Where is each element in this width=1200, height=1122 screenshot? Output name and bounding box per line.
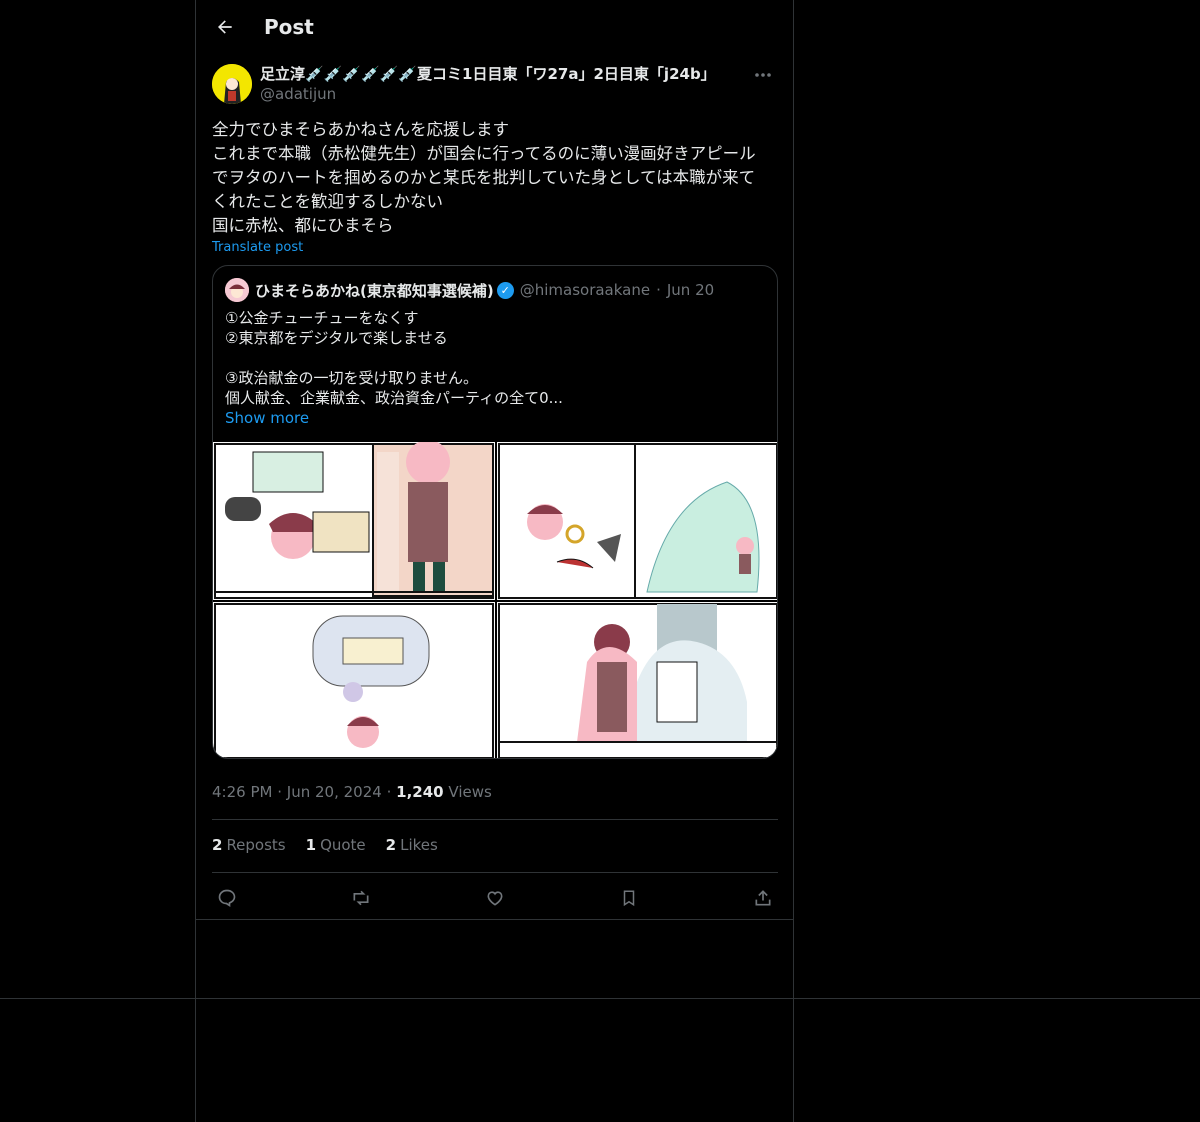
likes-stat[interactable]: 2 Likes — [386, 836, 438, 854]
separator-dot: · — [656, 281, 661, 299]
more-dots-icon — [755, 73, 771, 77]
like-button[interactable] — [480, 883, 510, 913]
likes-label: Likes — [400, 836, 438, 854]
tweet: 足立淳💉💉💉💉💉💉夏コミ1日目東「ワ27a」2日目東「j24b」 @adatij… — [212, 64, 778, 759]
separator-dot: · — [277, 783, 283, 801]
post-date[interactable]: Jun 20, 2024 — [287, 783, 382, 801]
back-arrow-icon — [218, 20, 232, 34]
quotes-count: 1 — [305, 836, 317, 854]
manga-page-illustration — [498, 603, 777, 758]
translate-post-link[interactable]: Translate post — [212, 240, 778, 255]
quoted-text-line: ③政治献金の一切を受け取りません。 — [225, 369, 478, 387]
manga-page-illustration — [214, 603, 494, 758]
reposts-label: Reposts — [226, 836, 286, 854]
manga-page-illustration — [498, 443, 777, 599]
repost-icon — [353, 890, 369, 906]
quotes-stat[interactable]: 1 Quote — [306, 836, 366, 854]
views-count: 1,240 — [396, 783, 444, 801]
main-column: Post 足立淳💉💉💉💉💉💉夏コミ1日目東「ワ27a」2日目東「j24b」 @a… — [195, 0, 794, 1122]
engagement-stats: 2 Reposts 1 Quote 2 Likes — [212, 836, 438, 854]
divider — [212, 819, 778, 820]
quoted-text-line: ①公金チューチューをなくす — [225, 309, 419, 327]
page-header: Post — [196, 0, 793, 54]
divider — [212, 872, 778, 873]
quoted-text: ①公金チューチューをなくす ②東京都をデジタルで楽しませる ③政治献金の一切を受… — [225, 308, 765, 408]
quoted-tweet[interactable]: ひまそらあかね(東京都知事選候補) ✓ @himasoraakane · Jun… — [212, 265, 778, 759]
tweet-text-line: これまで本職（赤松健先生）が国会に行ってるのに薄い漫画好きアピール — [212, 144, 756, 163]
avatar[interactable] — [212, 64, 252, 104]
share-button[interactable] — [748, 883, 778, 913]
likes-count: 2 — [385, 836, 397, 854]
manga-image-2[interactable] — [497, 442, 777, 600]
quotes-label: Quote — [320, 836, 366, 854]
bookmark-button[interactable] — [614, 883, 644, 913]
quoted-text-line: ②東京都をデジタルで楽しませる — [225, 329, 448, 347]
quoted-avatar-image — [225, 278, 249, 302]
quoted-date: Jun 20 — [666, 281, 715, 299]
tweet-text: 全力でひまそらあかねさんを応援します これまで本職（赤松健先生）が国会に行ってる… — [212, 118, 778, 238]
quoted-text-line: 個人献金、企業献金、政治資金パーティの全て0... — [225, 389, 563, 407]
quoted-avatar — [225, 278, 249, 302]
show-more-link[interactable]: Show more — [225, 408, 765, 428]
heart-icon — [487, 891, 503, 906]
share-icon — [755, 890, 771, 906]
tweet-header: 足立淳💉💉💉💉💉💉夏コミ1日目東「ワ27a」2日目東「j24b」 @adatij… — [212, 64, 778, 104]
quoted-handle: @himasoraakane — [519, 281, 651, 299]
tweet-text-line: でヲタのハートを掴めるのかと某氏を批判していた身としては本職が来て — [212, 168, 756, 187]
author-names: 足立淳💉💉💉💉💉💉夏コミ1日目東「ワ27a」2日目東「j24b」 @adatij… — [260, 64, 748, 104]
action-bar — [212, 880, 778, 916]
manga-page-illustration — [214, 442, 494, 599]
reposts-stat[interactable]: 2 Reposts — [212, 836, 286, 854]
quoted-text-line — [225, 348, 765, 368]
avatar-image — [212, 64, 252, 104]
tweet-metadata: 4:26 PM · Jun 20, 2024 · 1,240 Views — [212, 783, 492, 801]
reply-icon — [218, 889, 236, 908]
display-name[interactable]: 足立淳💉💉💉💉💉💉夏コミ1日目東「ワ27a」2日目東「j24b」 — [260, 64, 748, 84]
bookmark-icon — [623, 890, 635, 907]
page-divider — [0, 998, 1200, 999]
media-grid — [213, 442, 777, 758]
quoted-display-name: ひまそらあかね(東京都知事選候補) — [255, 281, 494, 300]
back-button[interactable] — [208, 10, 242, 44]
tweet-text-line: くれたことを歓迎するしかない — [212, 192, 443, 211]
separator-dot: · — [386, 783, 392, 801]
reply-button[interactable] — [212, 883, 242, 913]
thread-divider — [195, 919, 794, 920]
tweet-text-line: 国に赤松、都にひまそら — [212, 216, 394, 235]
page-title: Post — [264, 15, 314, 39]
manga-image-3[interactable] — [213, 602, 495, 758]
tweet-text-line: 全力でひまそらあかねさんを応援します — [212, 120, 509, 139]
repost-button[interactable] — [346, 883, 376, 913]
views-label: Views — [448, 783, 492, 801]
post-time[interactable]: 4:26 PM — [212, 783, 272, 801]
quoted-tweet-header: ひまそらあかね(東京都知事選候補) ✓ @himasoraakane · Jun… — [225, 278, 777, 302]
manga-image-4[interactable] — [497, 602, 777, 758]
verified-badge-icon: ✓ — [496, 281, 514, 299]
more-options-button[interactable] — [748, 64, 778, 86]
reposts-count: 2 — [212, 836, 223, 854]
manga-image-1[interactable] — [213, 442, 495, 600]
author-handle[interactable]: @adatijun — [260, 84, 748, 104]
